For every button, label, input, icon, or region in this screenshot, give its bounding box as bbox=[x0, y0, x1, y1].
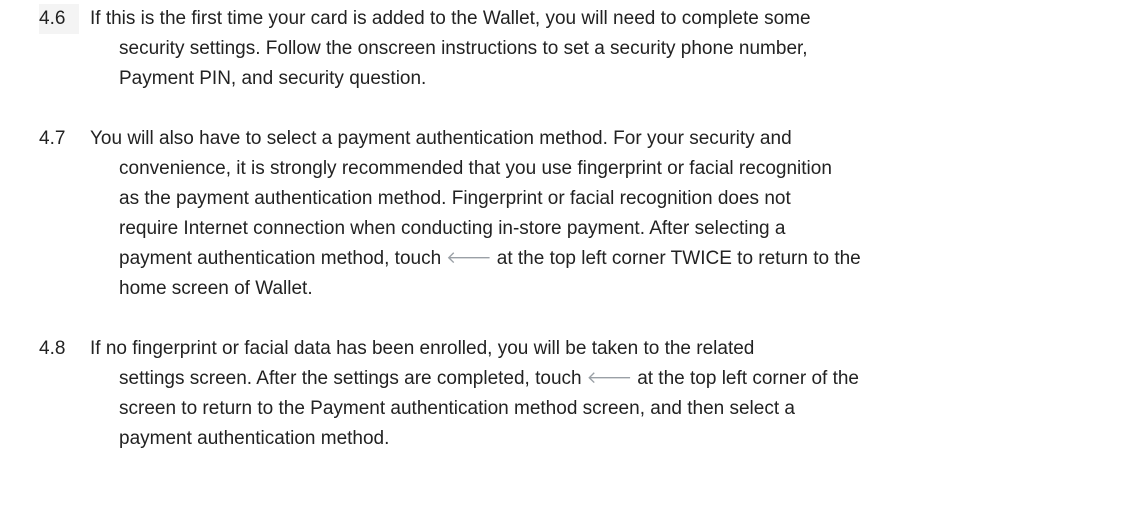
paragraph-line-with-icon: settings screen. After the settings are … bbox=[119, 364, 859, 394]
paragraph-text: at the top left corner of the bbox=[637, 368, 859, 389]
back-arrow-icon: 🡐 bbox=[446, 248, 492, 267]
paragraph-line: as the payment authentication method. Fi… bbox=[119, 188, 791, 209]
section-number: 4.8 bbox=[39, 338, 66, 359]
paragraph-line: You will also have to select a payment a… bbox=[90, 128, 792, 149]
paragraph-line: payment authentication method. bbox=[119, 428, 390, 449]
paragraph-line: Payment PIN, and security question. bbox=[119, 68, 427, 89]
paragraph-line: security settings. Follow the onscreen i… bbox=[119, 38, 808, 59]
paragraph-text: settings screen. After the settings are … bbox=[119, 368, 582, 389]
paragraph-line: If no fingerprint or facial data has bee… bbox=[90, 338, 755, 359]
paragraph-text: at the top left corner TWICE to return t… bbox=[496, 248, 861, 269]
paragraph-line: require Internet connection when conduct… bbox=[119, 218, 786, 239]
back-arrow-icon: 🡐 bbox=[586, 368, 633, 387]
document-page: 4.6 If this is the first time your card … bbox=[0, 0, 1130, 531]
section-number: 4.6 bbox=[39, 4, 80, 34]
section-number: 4.7 bbox=[39, 128, 66, 149]
paragraph-line: screen to return to the Payment authenti… bbox=[119, 398, 795, 419]
paragraph-line: home screen of Wallet. bbox=[119, 278, 313, 299]
paragraph-line: convenience, it is strongly recommended … bbox=[119, 158, 832, 179]
paragraph-line-with-icon: payment authentication method, touch 🡐 at … bbox=[119, 244, 861, 274]
paragraph-line: If this is the first time your card is a… bbox=[90, 8, 811, 29]
paragraph-text: payment authentication method, touch bbox=[119, 248, 442, 269]
